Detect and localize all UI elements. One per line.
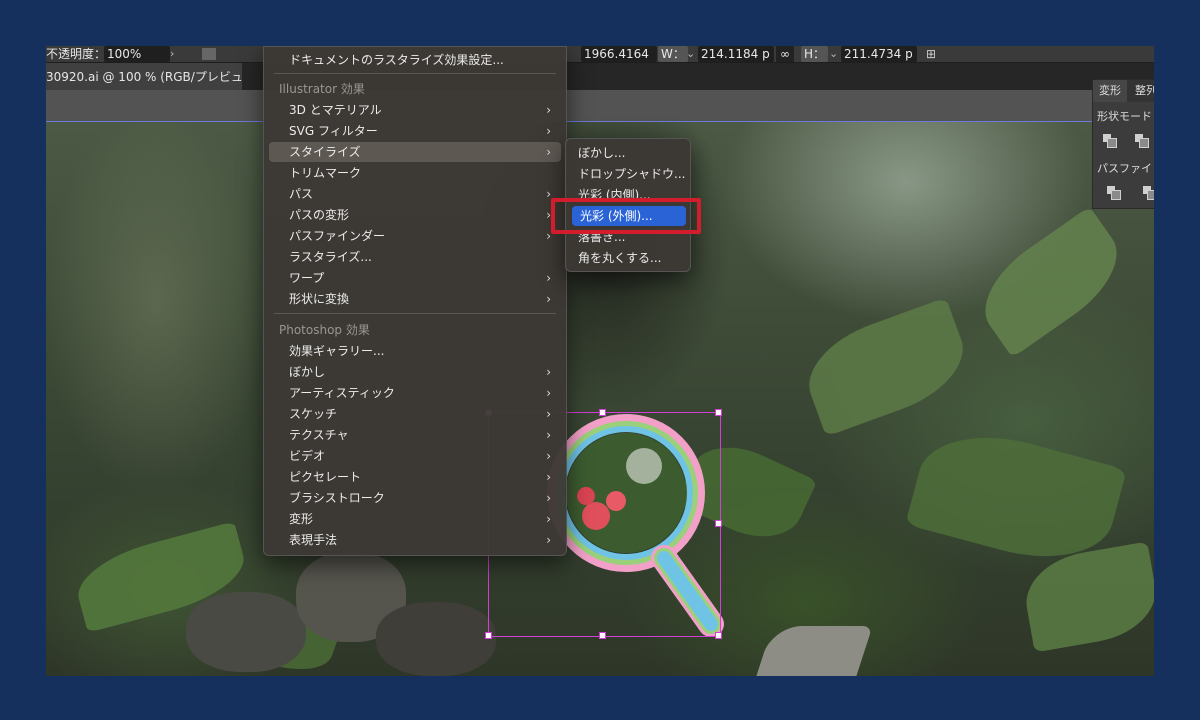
- menu-item-path[interactable]: パス ›: [269, 184, 561, 204]
- menu-item-stylize[interactable]: スタイライズ ›: [269, 142, 561, 162]
- menu-item-sketch[interactable]: スケッチ ›: [269, 404, 561, 424]
- chevron-right-icon: ›: [546, 271, 551, 285]
- resize-handle[interactable]: [599, 632, 606, 639]
- panel-tabs: 変形 整列: [1093, 80, 1154, 102]
- menu-item-stylize-ps[interactable]: 表現手法 ›: [269, 530, 561, 550]
- menu-item-convert-to-shape[interactable]: 形状に変換 ›: [269, 289, 561, 309]
- menu-item-video[interactable]: ビデオ ›: [269, 446, 561, 466]
- illustrator-window: 不透明度： 100% › 1966.4164 W： ⌄ 214.1184 p ∞…: [46, 46, 1154, 676]
- submenu-item-feather[interactable]: ぼかし...: [570, 143, 686, 163]
- chevron-right-icon: ›: [546, 386, 551, 400]
- menu-item-svg-filter[interactable]: SVG フィルター ›: [269, 121, 561, 141]
- resize-handle[interactable]: [599, 409, 606, 416]
- tab-transform[interactable]: 変形: [1093, 80, 1127, 102]
- chevron-right-icon: ›: [546, 449, 551, 463]
- resize-handle[interactable]: [715, 520, 722, 527]
- chevron-right-icon: ›: [546, 145, 551, 159]
- unite-icon[interactable]: [1103, 134, 1117, 148]
- menu-item-artistic[interactable]: アーティスティック ›: [269, 383, 561, 403]
- illustrator-effects-heading: Illustrator 効果: [279, 82, 365, 96]
- chevron-right-icon: ›: [546, 365, 551, 379]
- menu-item-rasterize[interactable]: ラスタライズ...: [269, 247, 561, 267]
- chevron-right-icon: ›: [546, 103, 551, 117]
- menu-item-document-raster-settings[interactable]: ドキュメントのラスタライズ効果設定...: [269, 50, 561, 70]
- chevron-right-icon: ›: [546, 491, 551, 505]
- menu-item-pixelate[interactable]: ピクセレート ›: [269, 467, 561, 487]
- trim-icon[interactable]: [1143, 186, 1154, 200]
- resize-handle[interactable]: [715, 409, 722, 416]
- menu-item-3d-materials[interactable]: 3D とマテリアル ›: [269, 100, 561, 120]
- annotation-highlight-box: [551, 198, 701, 234]
- menu-item-distort[interactable]: 変形 ›: [269, 509, 561, 529]
- submenu-item-drop-shadow[interactable]: ドロップシャドウ...: [570, 164, 686, 184]
- minus-front-icon[interactable]: [1135, 134, 1149, 148]
- shape-modes-label: 形状モード: [1097, 110, 1152, 123]
- menu-separator: [274, 313, 556, 314]
- menu-item-brush-strokes[interactable]: ブラシストローク ›: [269, 488, 561, 508]
- chevron-right-icon: ›: [546, 407, 551, 421]
- chevron-right-icon: ›: [546, 533, 551, 547]
- chevron-right-icon: ›: [546, 292, 551, 306]
- chevron-right-icon: ›: [546, 470, 551, 484]
- resize-handle[interactable]: [715, 632, 722, 639]
- chevron-right-icon: ›: [546, 124, 551, 138]
- menu-item-effect-gallery[interactable]: 効果ギャラリー...: [269, 341, 561, 361]
- tab-align[interactable]: 整列: [1129, 80, 1154, 102]
- resize-handle[interactable]: [485, 632, 492, 639]
- menu-item-warp[interactable]: ワープ ›: [269, 268, 561, 288]
- menu-item-blur[interactable]: ぼかし ›: [269, 362, 561, 382]
- pathfinder-label: パスファイ: [1097, 162, 1152, 175]
- menu-item-pathfinder[interactable]: パスファインダー ›: [269, 226, 561, 246]
- menu-item-distort-transform[interactable]: パスの変形 ›: [269, 205, 561, 225]
- submenu-item-round-corners[interactable]: 角を丸くする...: [570, 248, 686, 268]
- photoshop-effects-heading: Photoshop 効果: [279, 323, 370, 337]
- effect-menu: ドキュメントのラスタライズ効果設定... Illustrator 効果 3D と…: [263, 46, 567, 556]
- transform-panel: 変形 整列 形状モード パスファイ: [1092, 79, 1154, 209]
- chevron-right-icon: ›: [546, 512, 551, 526]
- chevron-right-icon: ›: [546, 428, 551, 442]
- menu-separator: [274, 73, 556, 74]
- menu-item-trim-marks[interactable]: トリムマーク: [269, 163, 561, 183]
- menu-item-texture[interactable]: テクスチャ ›: [269, 425, 561, 445]
- divide-icon[interactable]: [1107, 186, 1121, 200]
